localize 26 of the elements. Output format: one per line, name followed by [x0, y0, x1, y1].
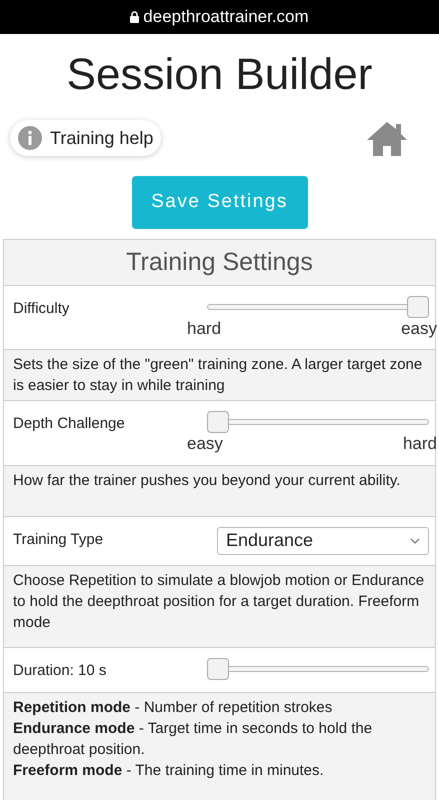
training-help-button[interactable]: Training help [10, 120, 162, 156]
setting-label: Training Type [13, 530, 104, 550]
setting-label: Depth Challenge [13, 414, 125, 434]
slider-thumb[interactable] [207, 658, 229, 680]
page-title: Session Builder [66, 49, 372, 101]
setting-label: Duration: 10 s [13, 660, 106, 680]
min-label: hard [187, 318, 222, 340]
max-label: hard [402, 433, 437, 454]
setting-description: Sets the size of the "green" training zone. A larger target zone is easier to stay in while training [13, 355, 424, 396]
setting-description: How far the trainer pushes you beyond your current ability. [13, 470, 402, 490]
panel-title: Training Settings [126, 246, 313, 278]
home-icon[interactable] [365, 120, 409, 156]
chevron-down-icon [410, 538, 420, 544]
setting-description: Endurance mode - Target time in seconds to hold the deepthroat position. [13, 719, 374, 760]
max-label: easy [401, 318, 437, 340]
setting-label: Difficulty [13, 299, 70, 319]
lock-icon [130, 11, 140, 23]
setting-description: Choose Repetition to simulate a blowjob motion or Endurance to hold the deepthroat position for a target duration. Freeform mode [13, 570, 426, 632]
training-type-select[interactable]: Endurance [217, 526, 429, 554]
url-text: deepthroattrainer.com [143, 6, 309, 28]
setting-description: Repetition mode - Number of repetition strokes [13, 698, 334, 718]
setting-description: Freeform mode - The training time in minutes. [13, 761, 325, 781]
min-label: easy [187, 433, 223, 454]
info-icon [18, 126, 42, 150]
slider-thumb[interactable] [407, 296, 429, 318]
slider-thumb[interactable] [207, 411, 229, 434]
